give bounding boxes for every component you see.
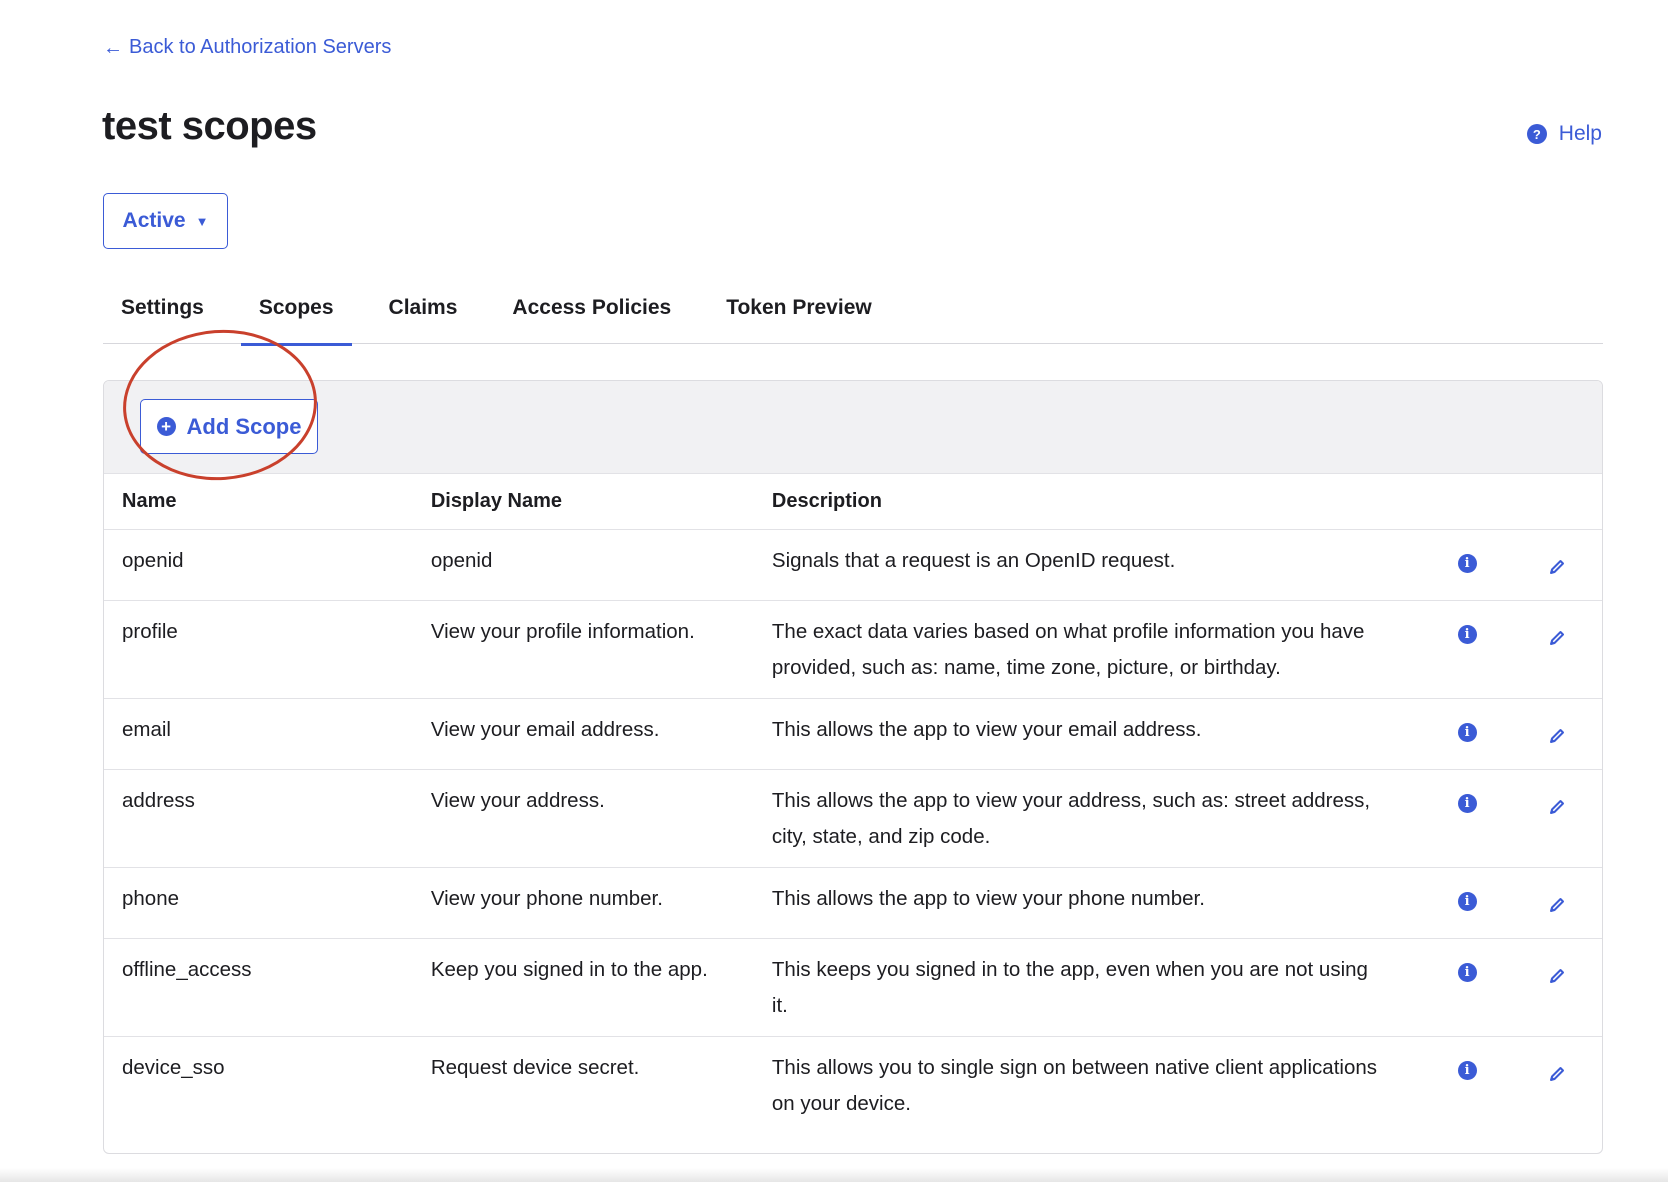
question-circle-icon: ?: [1526, 124, 1547, 144]
scope-display-name-cell: View your phone number.: [412, 867, 754, 939]
info-icon[interactable]: i: [1457, 553, 1477, 573]
scope-info-cell: i: [1422, 698, 1513, 770]
back-link-label: Back to Authorization Servers: [129, 36, 392, 58]
scope-display-name-cell: View your address.: [412, 769, 754, 868]
scope-description-cell: This allows you to single sign on betwee…: [771, 1055, 1377, 1115]
info-icon[interactable]: i: [1457, 722, 1477, 742]
tab-token-preview[interactable]: Token Preview: [708, 284, 890, 344]
pencil-edit-icon[interactable]: [1548, 721, 1566, 757]
column-header-edit: [1512, 474, 1602, 530]
tab-settings[interactable]: Settings: [103, 284, 222, 344]
table-row: profile View your profile information. The…: [104, 600, 1602, 699]
scope-info-cell: i: [1422, 529, 1513, 601]
caret-down-icon: ▼: [195, 213, 209, 229]
scope-edit-cell: [1512, 698, 1602, 770]
scope-name-cell: offline_access: [104, 938, 413, 1037]
table-row: phone View your phone number. This allows …: [104, 867, 1602, 939]
add-scope-label: Add Scope: [186, 413, 302, 439]
help-link[interactable]: ? Help: [1526, 122, 1602, 146]
table-row: email View your email address. This allows…: [104, 698, 1602, 770]
scope-display-name-cell: openid: [412, 529, 754, 601]
scopes-toolbar: + Add Scope: [104, 381, 1602, 474]
info-icon[interactable]: i: [1457, 624, 1477, 644]
scope-description-cell: This keeps you signed in to the app, eve…: [753, 938, 1423, 1037]
scope-name-cell: profile: [104, 600, 413, 699]
bottom-edge-shadow: [0, 1168, 1668, 1182]
scope-display-name-cell: Keep you signed in to the app.: [412, 938, 754, 1037]
column-header-display-name: Display Name: [412, 474, 754, 530]
scope-info-cell: i: [1422, 769, 1513, 868]
scope-description-cell: The exact data varies based on what prof…: [753, 600, 1423, 699]
scope-description-cell: This allows the app to view your email a…: [753, 698, 1423, 770]
scope-name-cell: device_sso: [122, 1055, 225, 1079]
scope-name-cell: address: [104, 769, 413, 868]
info-icon[interactable]: i: [1457, 891, 1477, 911]
scope-description-cell: Signals that a request is an OpenID requ…: [753, 529, 1423, 601]
help-label: Help: [1558, 122, 1602, 145]
pencil-edit-icon[interactable]: [1548, 1059, 1566, 1095]
table-row: address View your address. This allows the…: [104, 769, 1602, 868]
scope-info-cell: i: [1422, 938, 1513, 1037]
scope-description-cell: This allows the app to view your address…: [753, 769, 1423, 868]
status-dropdown[interactable]: Active ▼: [103, 193, 228, 249]
table-row: device_sso Request device secret. This all…: [104, 1036, 1602, 1134]
scopes-panel: + Add Scope Name Display Name Descriptio…: [103, 380, 1603, 1154]
scope-edit-cell: [1512, 867, 1602, 939]
page-title: test scopes: [102, 104, 317, 148]
arrow-left-icon: ←: [103, 36, 123, 59]
scope-edit-cell: [1512, 529, 1602, 601]
table-row: offline_access Keep you signed in to the …: [104, 938, 1602, 1037]
scope-display-name-cell: View your email address.: [412, 698, 754, 770]
status-dropdown-value: Active: [122, 209, 186, 232]
back-to-authorization-servers-link[interactable]: ← Back to Authorization Servers: [103, 36, 391, 59]
tab-bar: Settings Scopes Claims Access Policies T…: [103, 284, 1603, 346]
info-icon[interactable]: i: [1457, 793, 1477, 813]
info-icon[interactable]: i: [1457, 1060, 1477, 1080]
table-row: openid openid Signals that a request is an…: [104, 529, 1602, 601]
scope-info-cell: i: [1422, 867, 1513, 939]
table-header-row: Name Display Name Description: [104, 474, 1602, 530]
scope-edit-cell: [1512, 1036, 1602, 1134]
scope-display-name-cell: View your profile information.: [412, 600, 754, 699]
scopes-table-body: openid openid Signals that a request is an…: [104, 529, 1602, 1134]
scope-info-cell: i: [1422, 1036, 1512, 1134]
column-header-description: Description: [753, 474, 1423, 530]
pencil-edit-icon[interactable]: [1548, 890, 1566, 926]
tab-access-policies[interactable]: Access Policies: [494, 284, 689, 344]
scope-display-name-cell: Request device secret.: [430, 1055, 640, 1079]
scope-name-cell: openid: [104, 529, 413, 601]
scope-edit-cell: [1512, 600, 1602, 699]
scope-edit-cell: [1512, 769, 1602, 868]
pencil-edit-icon[interactable]: [1548, 623, 1566, 659]
plus-circle-icon: +: [156, 417, 176, 436]
add-scope-button[interactable]: + Add Scope: [140, 399, 318, 454]
column-header-name: Name: [104, 474, 413, 530]
tab-claims[interactable]: Claims: [371, 284, 476, 344]
info-icon[interactable]: i: [1457, 962, 1477, 982]
scopes-table: Name Display Name Description openid open…: [104, 474, 1602, 1134]
scope-name-cell: email: [104, 698, 413, 770]
scope-description-cell: This allows the app to view your phone n…: [753, 867, 1423, 939]
scope-name-cell: phone: [104, 867, 413, 939]
page: ← Back to Authorization Servers test sco…: [0, 0, 1668, 1182]
scope-edit-cell: [1512, 938, 1602, 1037]
pencil-edit-icon[interactable]: [1548, 792, 1566, 828]
column-header-info: [1422, 474, 1513, 530]
tab-scopes[interactable]: Scopes: [240, 284, 352, 346]
scope-info-cell: i: [1422, 600, 1513, 699]
pencil-edit-icon[interactable]: [1548, 552, 1566, 588]
pencil-edit-icon[interactable]: [1548, 961, 1566, 997]
